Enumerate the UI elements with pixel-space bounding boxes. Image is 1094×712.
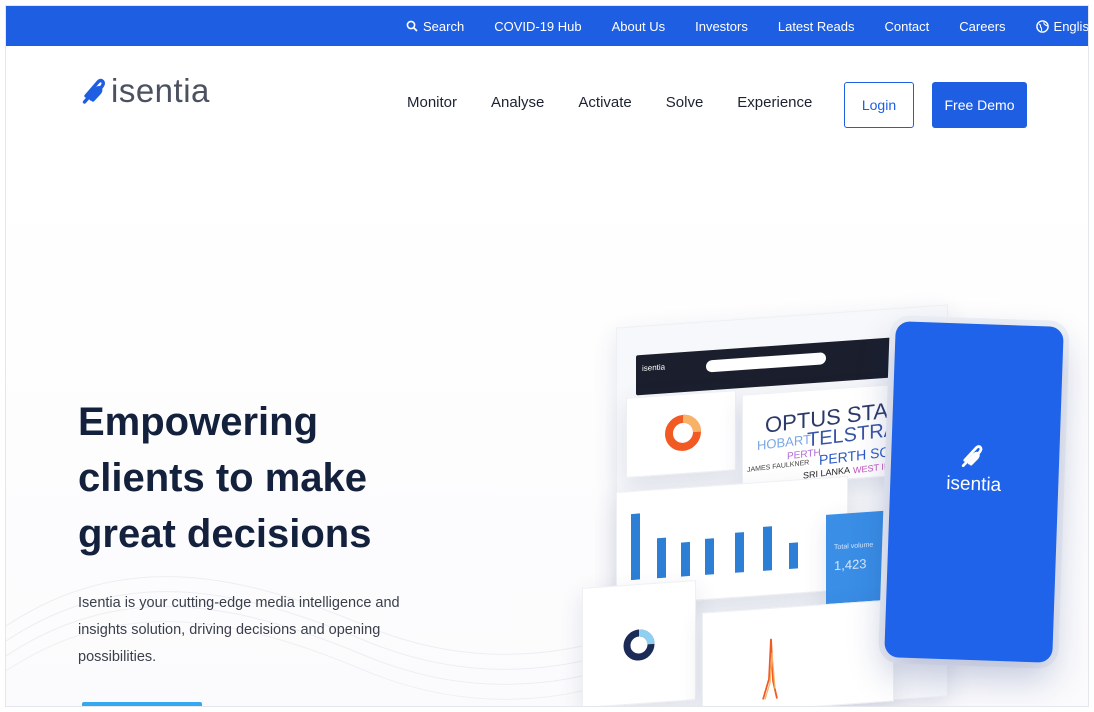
utility-links: Search COVID-19 Hub About Us Investors L…	[391, 6, 1088, 46]
headline-line-2: clients to make	[78, 456, 368, 500]
search-link-label: Search	[423, 18, 465, 34]
isentia-logo-icon-phone	[961, 445, 983, 468]
free-demo-button[interactable]: Free Demo	[932, 82, 1027, 128]
line-chart-card	[702, 599, 894, 706]
small-donut-chart-icon	[623, 629, 655, 661]
nav-item-monitor[interactable]: Monitor	[390, 94, 474, 111]
contact-link[interactable]: Contact	[869, 19, 944, 34]
headline-line-1: Empowering	[78, 400, 319, 444]
word-james-faulkner: JAMES FAULKNER	[747, 459, 810, 474]
primary-menu: Monitor Analyse Activate Solve Experienc…	[390, 94, 829, 111]
careers-link[interactable]: Careers	[944, 19, 1020, 34]
search-link[interactable]: Search	[391, 19, 479, 34]
brand-name: isentia	[111, 72, 210, 109]
headline-line-3: great decisions	[78, 512, 372, 556]
nav-item-analyse[interactable]: Analyse	[474, 94, 561, 111]
small-donut-card	[582, 580, 696, 706]
phone-mockup: isentia	[884, 321, 1064, 663]
search-icon	[406, 20, 418, 32]
browser-viewport: Search COVID-19 Hub About Us Investors L…	[5, 5, 1089, 707]
language-selector[interactable]: English	[1021, 19, 1088, 34]
language-label: English	[1053, 18, 1088, 34]
total-volume-label: Total volume	[834, 541, 874, 552]
dashboard-logo: isentia	[642, 362, 666, 374]
nav-item-experience[interactable]: Experience	[720, 94, 829, 111]
login-button[interactable]: Login	[844, 82, 914, 128]
donut-card	[626, 390, 736, 478]
utility-bar: Search COVID-19 Hub About Us Investors L…	[6, 6, 1088, 46]
hero-cta-button[interactable]	[82, 702, 202, 706]
hero-description: Isentia is your cutting-edge media intel…	[78, 595, 400, 665]
covid-hub-link[interactable]: COVID-19 Hub	[479, 19, 596, 34]
nav-item-activate[interactable]: Activate	[561, 94, 648, 111]
isentia-logo-icon	[82, 78, 105, 104]
about-us-link[interactable]: About Us	[597, 19, 680, 34]
donut-chart-icon	[665, 414, 701, 451]
line-chart	[762, 638, 778, 700]
phone-brand-name: isentia	[945, 473, 1002, 496]
latest-reads-link[interactable]: Latest Reads	[763, 19, 870, 34]
brand-logo[interactable]: isentia	[82, 72, 210, 110]
investors-link[interactable]: Investors	[680, 19, 763, 34]
hero-headline: Empowering clients to make great decisio…	[78, 394, 458, 562]
globe-icon	[1035, 19, 1049, 33]
nav-item-solve[interactable]: Solve	[649, 94, 721, 111]
total-volume-value: 1,423	[834, 556, 867, 574]
dashboard-search-bar	[706, 352, 826, 373]
